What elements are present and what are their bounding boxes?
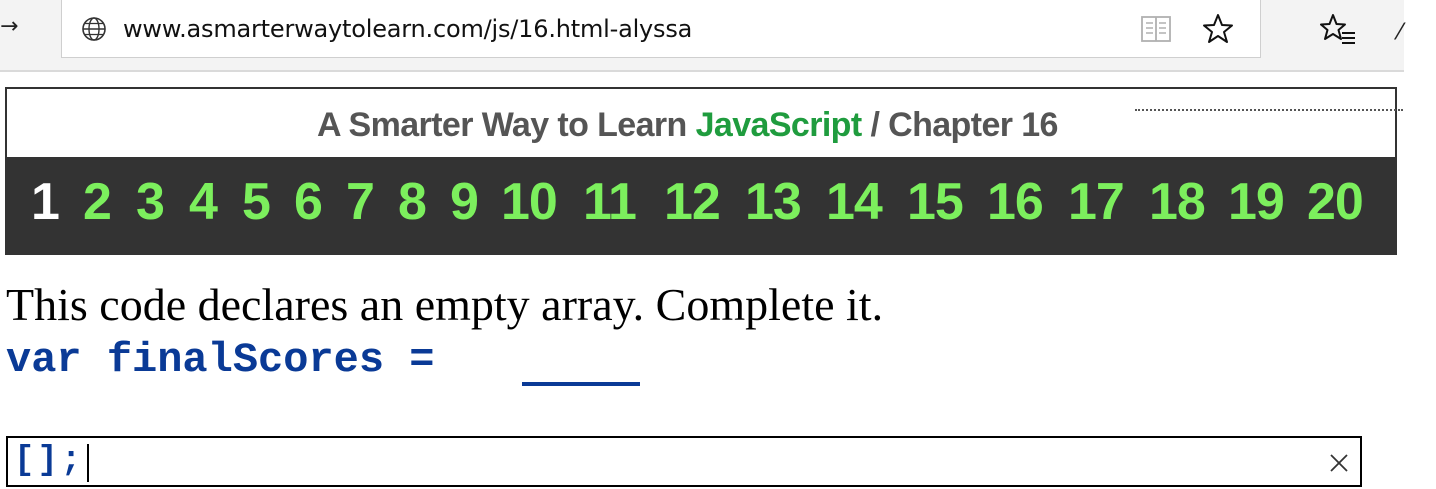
page-header: A Smarter Way to Learn JavaScript / Chap… xyxy=(5,87,1403,158)
title-highlight: JavaScript xyxy=(695,106,863,144)
title-prefix: A Smarter Way to Learn xyxy=(317,106,687,144)
dotted-divider xyxy=(1135,109,1403,113)
chapter-link-1: 1 xyxy=(31,173,60,231)
chapter-link-10[interactable]: 10 xyxy=(501,172,558,232)
chapter-link-19[interactable]: 19 xyxy=(1228,172,1285,232)
url-text[interactable]: www.asmarterwaytolearn.com/js/16.html-al… xyxy=(123,15,692,43)
code-snippet: var finalScores = xyxy=(6,336,460,384)
chapter-link-17[interactable]: 17 xyxy=(1068,172,1125,232)
back-arrow-icon[interactable]: → xyxy=(0,14,18,39)
page-title: A Smarter Way to Learn JavaScript / Chap… xyxy=(317,106,1058,145)
reading-view-icon[interactable] xyxy=(1140,14,1172,44)
browser-toolbar: → www.asmarterwaytolearn.com/js/16.html-… xyxy=(0,0,1404,72)
chapter-link-20[interactable]: 20 xyxy=(1307,172,1364,232)
chapter-nav: 1 2 3 4 5 6 7 8 9 10 11 12 13 14 15 16 17 18 19 20 xyxy=(5,157,1397,255)
chapter-link-4[interactable]: 4 xyxy=(189,172,218,232)
chapter-link-8[interactable]: 8 xyxy=(398,172,427,232)
chapter-link-13[interactable]: 13 xyxy=(745,172,802,232)
code-blank xyxy=(522,382,640,386)
chapter-link-5[interactable]: 5 xyxy=(242,172,271,232)
chapter-link-6[interactable]: 6 xyxy=(294,172,323,232)
chapter-link-7[interactable]: 7 xyxy=(346,172,375,232)
favorites-list-icon[interactable] xyxy=(1320,13,1356,47)
answer-input[interactable] xyxy=(14,441,1254,481)
title-suffix: / Chapter 16 xyxy=(870,106,1058,144)
chapter-link-12[interactable]: 12 xyxy=(664,172,721,232)
chapter-link-15[interactable]: 15 xyxy=(907,172,964,232)
chapter-link-18[interactable]: 18 xyxy=(1149,172,1206,232)
chapter-link-9[interactable]: 9 xyxy=(450,172,479,232)
exercise-prompt: This code declares an empty array. Compl… xyxy=(6,279,884,330)
text-caret xyxy=(87,444,89,482)
address-bar[interactable]: www.asmarterwaytolearn.com/js/16.html-al… xyxy=(61,0,1261,58)
chapter-link-2[interactable]: 2 xyxy=(83,172,112,232)
answer-field[interactable] xyxy=(6,436,1362,487)
settings-more-icon[interactable]: ⁄ xyxy=(1398,20,1402,45)
chapter-link-11[interactable]: 11 xyxy=(583,172,637,232)
chapter-link-3[interactable]: 3 xyxy=(136,172,165,232)
chapter-link-14[interactable]: 14 xyxy=(826,172,883,232)
chapter-link-16[interactable]: 16 xyxy=(987,172,1044,232)
globe-icon xyxy=(82,17,106,41)
clear-icon[interactable] xyxy=(1328,452,1350,474)
favorite-star-icon[interactable] xyxy=(1202,13,1234,45)
